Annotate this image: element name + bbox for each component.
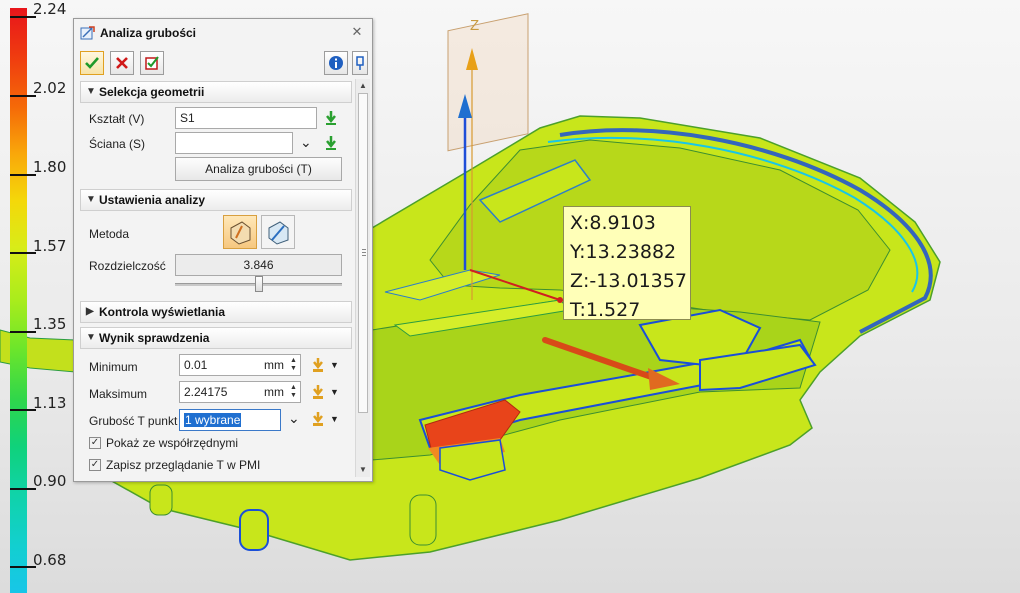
shape-label: Kształt (V) [89,112,145,126]
minimum-unit: mm [264,358,284,372]
minimum-spinner[interactable]: ▲ ▼ [290,357,298,373]
thickness-point-label: Grubość T punkt [89,414,178,428]
show-coordinates-label: Pokaż ze współrzędnymi [106,436,239,450]
thickness-point-field[interactable]: 1 wybrane [179,409,281,431]
pin-icon [356,56,364,70]
chevron-down-icon[interactable]: ⌄ [300,134,312,151]
resolution-field[interactable]: 3.846 [175,254,342,276]
thickness-point-value: 1 wybrane [184,413,242,427]
caret-down-icon[interactable]: ▼ [330,360,339,370]
maximum-unit: mm [264,385,284,399]
minimum-value: 0.01 [184,358,208,372]
legend-label: 2.02 [33,79,67,97]
thickness-analysis-icon [80,26,95,40]
ok-button[interactable] [80,51,104,75]
grip-line [362,249,366,250]
info-icon [329,56,343,70]
foot-1 [149,484,173,516]
dialog-titlebar[interactable]: Analiza grubości ✕ [74,19,372,47]
section-settings-header[interactable]: ▼ Ustawienia analizy [80,189,352,211]
face-label: Ściana (S) [89,137,146,151]
section-geometry-header[interactable]: ▼ Selekcja geometrii [80,81,352,103]
dialog-title: Analiza grubości [100,26,197,40]
apply-check-icon [145,56,159,70]
thickness-color-legend: 2.24 2.02 1.80 1.57 1.35 1.13 0.90 0.68 [0,0,80,593]
info-button[interactable] [324,51,348,75]
triad-plane [447,13,529,152]
resolution-slider-thumb[interactable] [254,276,263,292]
collapse-triangle-icon: ▼ [86,86,96,97]
maximum-label: Maksimum [89,387,148,401]
shape-field[interactable]: S1 [175,107,317,129]
scroll-up-icon[interactable]: ▲ [356,79,370,93]
legend-label: 0.90 [33,472,67,490]
legend-label: 1.80 [33,158,67,176]
callout-z: Z:-13.01357 [570,270,687,292]
collapse-triangle-icon: ▼ [86,332,96,343]
measure-tool-icon[interactable] [310,384,326,400]
minimum-field[interactable]: 0.01 mm ▲ ▼ [179,354,301,376]
minimum-label: Minimum [89,360,138,374]
section-result-header[interactable]: ▼ Wynik sprawdzenia [80,327,352,349]
dialog-scrollbar[interactable]: ▲ ▼ [355,79,370,477]
maximum-field[interactable]: 2.24175 mm ▲ ▼ [179,381,301,403]
maximum-spinner[interactable]: ▲ ▼ [290,384,298,400]
method-option-ray[interactable] [223,215,257,249]
method-label: Metoda [89,227,130,241]
method-option-sphere[interactable] [261,215,295,249]
resolution-label: Rozdzielczość [89,259,166,273]
legend-label: 1.35 [33,315,67,333]
legend-label: 2.24 [33,0,67,18]
x-icon [116,57,128,69]
checkmark-icon [85,57,99,69]
face-field[interactable] [175,132,293,154]
ray-method-icon [230,221,251,245]
close-icon[interactable]: ✕ [350,25,364,39]
save-pmi-checkbox[interactable]: ✓ [89,459,101,471]
section-display-header[interactable]: ▶ Kontrola wyświetlania [80,301,352,323]
section-geometry-title: Selekcja geometrii [99,85,205,99]
pick-arrow-icon[interactable] [323,110,339,126]
chevron-down-icon[interactable]: ⌄ [288,410,300,427]
z-axis-label: Z [470,17,479,34]
foot-2 [239,509,269,551]
measure-tool-icon[interactable] [310,357,326,373]
grip-line [362,255,366,256]
cancel-button[interactable] [110,51,134,75]
scrollbar-thumb[interactable] [358,93,368,413]
thickness-point-callout: X:8.9103 Y:13.23882 Z:-13.01357 T:1.527 [563,206,691,321]
apply-button[interactable] [140,51,164,75]
callout-y: Y:13.23882 [570,241,677,263]
callout-x: X:8.9103 [570,212,656,234]
pin-button[interactable] [352,51,368,75]
measure-tool-icon[interactable] [310,411,326,427]
thickness-analysis-dialog: Analiza grubości ✕ ▼ Selekcja geometrii … [73,18,373,482]
pick-arrow-icon[interactable] [323,135,339,151]
caret-down-icon[interactable]: ▼ [330,387,339,397]
callout-t: T:1.527 [570,299,641,321]
legend-label: 1.57 [33,237,67,255]
section-settings-title: Ustawienia analizy [99,193,206,207]
foot-3 [409,494,437,546]
dialog-scroll-area[interactable]: ▼ Selekcja geometrii Kształt (V) S1 Ścia… [78,79,354,479]
section-display-title: Kontrola wyświetlania [99,305,226,319]
grip-line [362,252,366,253]
caret-down-icon[interactable]: ▼ [330,414,339,424]
save-pmi-label: Zapisz przeglądanie T w PMI [106,458,261,472]
sphere-method-icon [268,221,289,245]
scroll-down-icon[interactable]: ▼ [356,463,370,477]
show-coordinates-checkbox[interactable]: ✓ [89,437,101,449]
collapse-triangle-icon: ▼ [86,194,96,205]
maximum-value: 2.24175 [184,385,228,399]
section-result-title: Wynik sprawdzenia [99,331,210,345]
legend-label: 0.68 [33,551,67,569]
analyze-thickness-button[interactable]: Analiza grubości (T) [175,157,342,181]
legend-label: 1.13 [33,394,67,412]
expand-triangle-icon: ▶ [86,306,94,317]
